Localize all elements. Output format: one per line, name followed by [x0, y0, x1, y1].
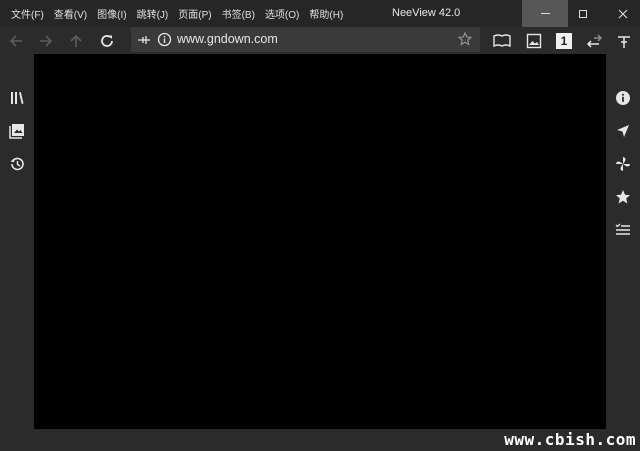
image-viewer[interactable] [34, 54, 606, 429]
navigation-icon [617, 125, 629, 137]
menu-view[interactable]: 查看(V) [49, 6, 92, 21]
bookmark-panel-button[interactable] [613, 187, 633, 207]
menu-image[interactable]: 图像(I) [92, 6, 131, 21]
arrow-up-icon [70, 34, 82, 47]
swap-arrows-icon [586, 34, 603, 48]
reload-button[interactable] [97, 31, 117, 51]
star-icon[interactable] [458, 32, 472, 46]
menu-bookmark[interactable]: 书签(B) [217, 6, 260, 21]
arrow-right-icon [40, 35, 53, 47]
navigator-panel-button[interactable] [613, 121, 633, 141]
info-icon [616, 91, 630, 105]
pin-icon[interactable] [137, 33, 151, 47]
arrow-left-icon [9, 35, 22, 47]
menu-page[interactable]: 页面(P) [173, 6, 216, 21]
minimize-icon [540, 13, 550, 14]
back-button[interactable] [6, 31, 26, 51]
up-button[interactable] [66, 31, 86, 51]
info-icon[interactable] [157, 32, 172, 47]
window-title: NeeView 42.0 [392, 7, 461, 19]
reload-icon [101, 35, 113, 47]
menu-jump[interactable]: 跳转(J) [132, 6, 174, 21]
pin-icon [618, 36, 630, 48]
checklist-icon [615, 223, 630, 235]
effect-panel-button[interactable] [613, 154, 633, 174]
menu-bar: 文件(F) 查看(V) 图像(I) 跳转(J) 页面(P) 书签(B) 选项(O… [6, 0, 348, 27]
address-bar[interactable]: www.gndown.com [131, 27, 480, 52]
menu-options[interactable]: 选项(O) [260, 6, 304, 21]
forward-button[interactable] [36, 31, 56, 51]
pin-toolbar-button[interactable] [614, 31, 634, 51]
playlist-panel-button[interactable] [613, 220, 633, 240]
book-open-icon [493, 34, 511, 48]
page-direction-button[interactable] [584, 31, 604, 51]
history-icon [10, 157, 24, 171]
single-page-button[interactable]: 1 [554, 31, 574, 51]
page-list-panel-button[interactable] [7, 121, 27, 141]
star-icon [616, 190, 630, 204]
pinwheel-icon [616, 157, 630, 171]
menu-help[interactable]: 帮助(H) [304, 6, 348, 21]
bookshelf-panel-button[interactable] [7, 88, 27, 108]
library-icon [11, 92, 24, 104]
close-button[interactable] [600, 0, 640, 27]
history-panel-button[interactable] [7, 154, 27, 174]
left-panel [0, 54, 34, 429]
two-page-view-button[interactable] [492, 31, 512, 51]
menu-file[interactable]: 文件(F) [6, 6, 49, 21]
title-bar: 文件(F) 查看(V) 图像(I) 跳转(J) 页面(P) 书签(B) 选项(O… [0, 0, 640, 27]
image-icon [526, 33, 542, 49]
maximize-icon [579, 9, 587, 18]
watermark: www.cbish.com [504, 430, 636, 449]
right-panel [606, 54, 640, 429]
page-mode-badge: 1 [556, 33, 572, 49]
close-icon [618, 9, 628, 18]
images-icon [9, 124, 24, 139]
image-view-button[interactable] [524, 31, 544, 51]
file-info-panel-button[interactable] [613, 88, 633, 108]
address-text[interactable]: www.gndown.com [177, 32, 278, 46]
